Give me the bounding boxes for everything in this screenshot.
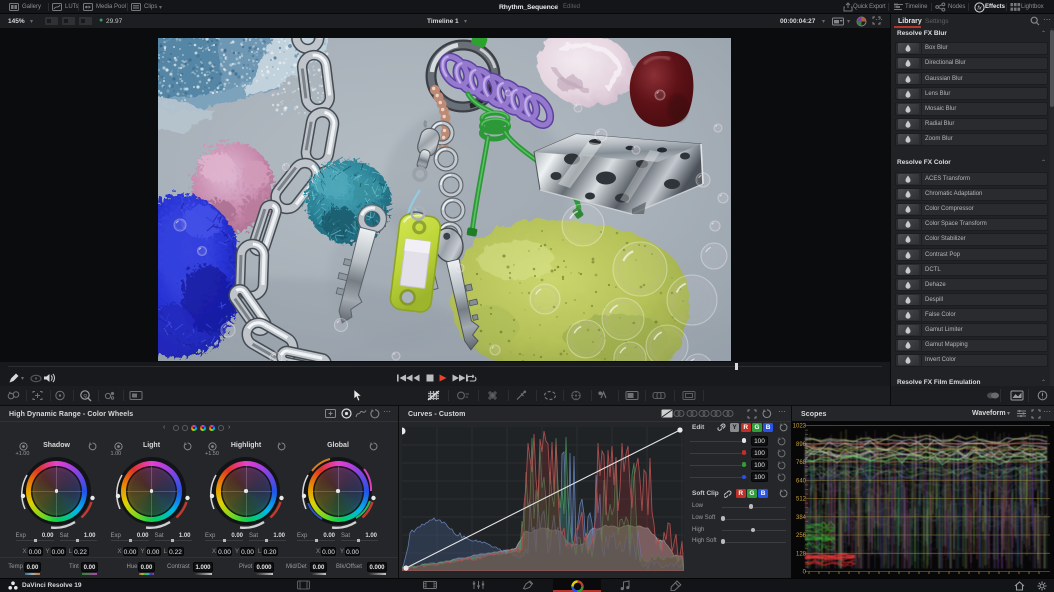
svg-text:512: 512: [796, 497, 807, 503]
svg-text:1023: 1023: [793, 424, 807, 430]
svg-text:fx: fx: [977, 5, 982, 11]
svg-text:Q: Q: [83, 393, 87, 398]
